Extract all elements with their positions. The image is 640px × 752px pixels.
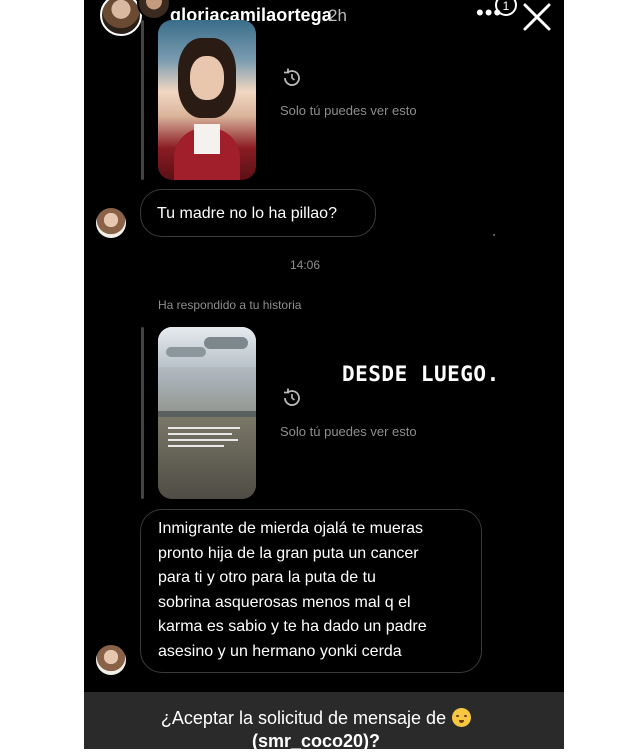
message-line: asesino y un hermano yonki cerda [158,642,402,660]
story-thumbnail-landscape[interactable] [158,327,256,499]
sender-avatar[interactable] [96,645,126,675]
sender-avatar[interactable] [96,208,126,238]
reply-quote-bar [141,20,144,180]
smiling-face-emoji-icon [452,708,472,727]
replied-to-story-label: Ha respondido a tu historia [158,298,302,312]
message-line: para ti y otro para la puta de tu [158,569,376,586]
message-line: Inmigrante de mierda ojalá te mueras [158,520,424,537]
message-bubble[interactable]: Tu madre no lo ha pillao? [140,189,376,237]
message-line: pronto hija de la gran puta un cancer [158,544,419,562]
private-note: Solo tú puedes ver esto [280,424,417,439]
story-caption: DESDE LUEGO. [342,362,500,386]
reply-quote-bar [141,327,144,499]
message-bubble[interactable]: Inmigrante de mierda ojalá te mueras pro… [140,509,482,673]
message-line: sobrina asquerosas menos mal q el [158,593,411,611]
story-thumbnail-selfie[interactable] [158,20,256,180]
private-note: Solo tú puedes ver esto [280,103,417,118]
story-time-ago: 2h [328,6,347,25]
separator-dot [493,234,495,236]
message-timestamp: 14:06 [290,258,321,272]
replay-icon[interactable] [280,66,304,90]
message-line: karma es sabio y te ha dado un padre [158,618,427,635]
request-prompt-text: ¿Aceptar la solicitud de mensaje de [160,708,447,728]
close-icon[interactable] [522,2,552,32]
replay-icon[interactable] [280,386,304,410]
request-prompt: ¿Aceptar la solicitud de mensaje de [84,708,548,729]
